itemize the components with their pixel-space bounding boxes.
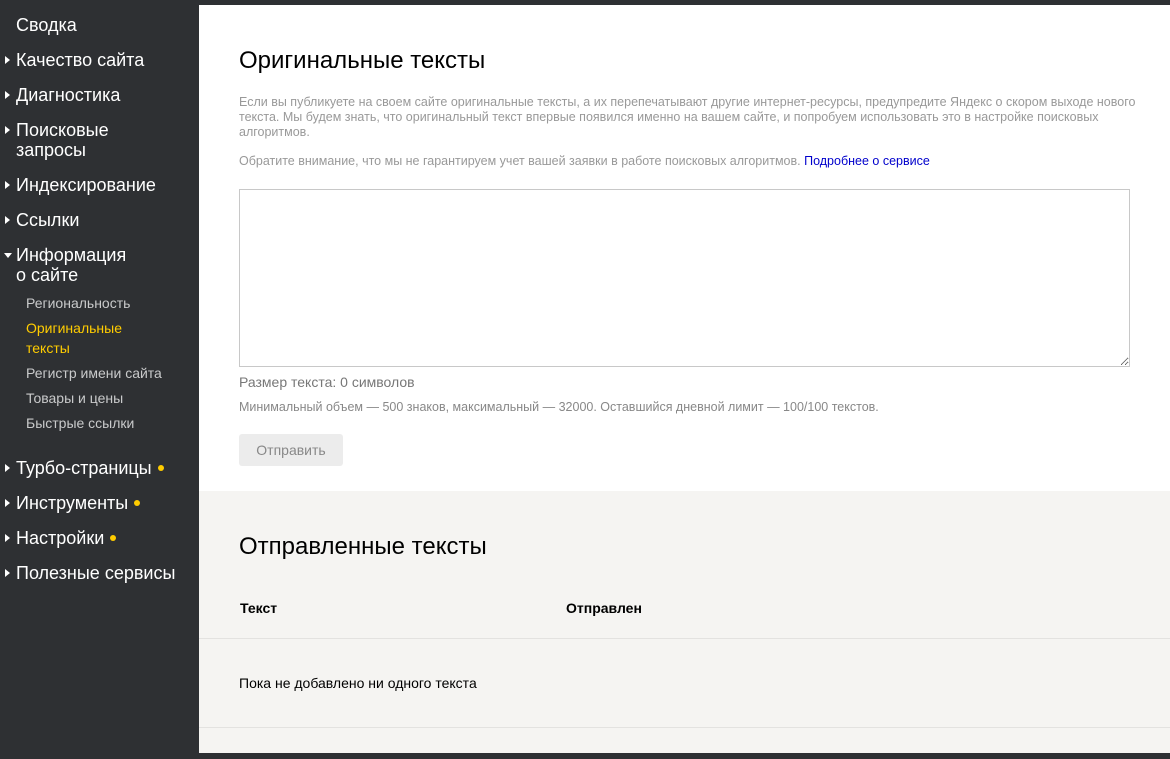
chevron-right-icon: [5, 534, 10, 542]
sidebar-item-label: о сайте: [16, 265, 79, 285]
sidebar-item-label: Ссылки: [16, 210, 80, 230]
sidebar-item-label: Поисковые: [16, 120, 109, 140]
sidebar-subitem-quick-links[interactable]: Быстрые ссылки: [26, 413, 134, 433]
chevron-right-icon: [5, 216, 10, 224]
page-title: Оригинальные тексты: [239, 47, 486, 74]
sidebar-item-label: Инструменты: [16, 493, 129, 513]
notification-dot-icon: [134, 500, 141, 507]
sidebar-item-label: Настройки: [16, 528, 105, 548]
sidebar-item-search-queries[interactable]: Поисковые запросы: [0, 120, 199, 160]
bottom-strip: [199, 753, 1170, 759]
notice-text: Обратите внимание, что мы не гарантируем…: [239, 154, 801, 168]
table-divider: [199, 638, 1170, 639]
chevron-right-icon: [5, 569, 10, 577]
more-about-service-link[interactable]: Подробнее о сервисе: [804, 154, 930, 168]
sidebar-item-label: Турбо-страницы: [16, 458, 152, 478]
empty-table-message: Пока не добавлено ни одного текста: [239, 675, 477, 691]
sidebar-item-label: Полезные сервисы: [16, 563, 176, 583]
column-header-sent: Отправлен: [566, 600, 642, 616]
sidebar-item-label: Качество сайта: [16, 50, 145, 70]
sidebar-subitem-goods-prices[interactable]: Товары и цены: [26, 388, 123, 408]
notification-dot-icon: [110, 535, 117, 542]
sidebar: Сводка Качество сайта Диагностика Поиско…: [0, 0, 199, 759]
text-size-counter: Размер текста: 0 символов: [239, 374, 415, 390]
sent-texts-title: Отправленные тексты: [239, 533, 487, 560]
original-texts-section: Оригинальные тексты Если вы публикуете н…: [199, 5, 1170, 491]
original-text-input[interactable]: [239, 189, 1130, 367]
chevron-right-icon: [5, 91, 10, 99]
sent-texts-section: Отправленные тексты Текст Отправлен Пока…: [199, 491, 1170, 753]
send-button[interactable]: Отправить: [239, 434, 343, 466]
sidebar-item-label: запросы: [16, 140, 86, 160]
table-divider: [199, 727, 1170, 728]
sidebar-item-label: Диагностика: [16, 85, 121, 105]
sidebar-subitem-label: тексты: [26, 340, 70, 356]
sidebar-subitem-label: Оригинальные: [26, 320, 122, 336]
column-header-text: Текст: [240, 600, 278, 616]
chevron-right-icon: [5, 126, 10, 134]
sidebar-item-label: Сводка: [16, 15, 77, 35]
service-notice: Обратите внимание, что мы не гарантируем…: [239, 154, 1139, 169]
sidebar-item-site-info[interactable]: Информация о сайте: [0, 245, 199, 285]
text-limit-info: Минимальный объем — 500 знаков, максимал…: [239, 400, 879, 414]
sidebar-subitem-original-texts[interactable]: Оригинальные тексты: [26, 318, 122, 358]
sidebar-item-label: Информация: [16, 245, 127, 265]
service-description: Если вы публикуете на своем сайте оригин…: [239, 95, 1136, 139]
chevron-right-icon: [5, 181, 10, 189]
chevron-right-icon: [5, 464, 10, 472]
chevron-right-icon: [5, 56, 10, 64]
chevron-down-icon: [4, 253, 12, 258]
sidebar-item-label: Индексирование: [16, 175, 156, 195]
sidebar-subitem-regionality[interactable]: Региональность: [26, 293, 130, 313]
notification-dot-icon: [157, 465, 164, 472]
chevron-right-icon: [5, 499, 10, 507]
sidebar-subitem-site-name-case[interactable]: Регистр имени сайта: [26, 363, 162, 383]
